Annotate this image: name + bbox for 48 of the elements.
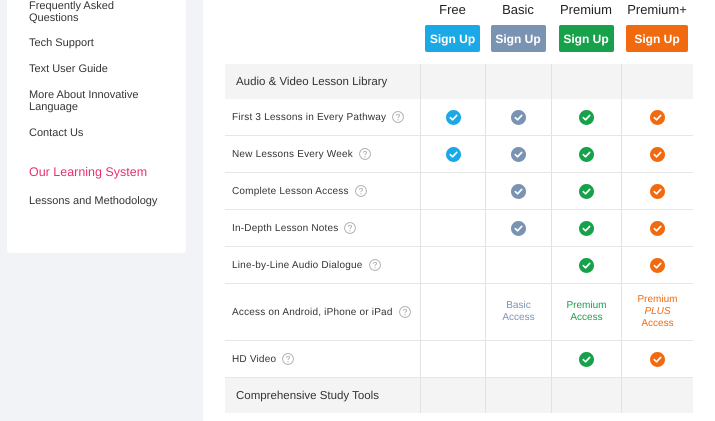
feature-label: Line-by-Line Audio Dialogue <box>232 260 362 270</box>
access-text: Basic Access <box>501 299 536 325</box>
plan-name: Basic <box>502 2 534 18</box>
feature-label: New Lessons Every Week <box>232 148 353 160</box>
sidebar-link[interactable]: More About Innovative Language <box>29 89 164 113</box>
check-icon <box>511 220 526 236</box>
check-icon <box>511 146 526 162</box>
check-icon <box>650 352 665 366</box>
plan-name: Free <box>439 2 466 18</box>
check-icon <box>650 258 665 272</box>
check-icon <box>579 352 594 366</box>
feature-label: Access on Android, iPhone or iPad <box>232 306 393 318</box>
help-icon[interactable] <box>398 306 411 318</box>
help-icon[interactable] <box>368 259 380 271</box>
sidebar-link[interactable]: Tech Support <box>29 37 164 49</box>
check-icon <box>650 220 665 236</box>
check-icon <box>579 146 594 162</box>
check-icon <box>650 146 665 162</box>
section-title: Comprehensive Study Tools <box>235 390 380 402</box>
sidebar-link[interactable]: Text User Guide <box>29 63 164 75</box>
sidebar-heading: Our Learning System <box>29 165 148 179</box>
check-icon <box>446 110 460 124</box>
plan-name: Premium+ <box>627 2 687 18</box>
feature-label: In-Depth Lesson Notes <box>232 222 338 234</box>
feature-label: First 3 Lessons in Every Pathway <box>232 112 386 122</box>
section-title: Audio & Video Lesson Library <box>235 76 388 88</box>
feature-label: Complete Lesson Access <box>232 186 349 196</box>
check-icon <box>579 184 594 198</box>
sidebar-link[interactable]: Contact Us <box>29 127 164 139</box>
check-icon <box>511 184 526 198</box>
access-text: Premium PLUS Access <box>636 293 678 331</box>
check-icon <box>579 220 594 236</box>
help-icon[interactable] <box>344 222 356 234</box>
check-icon <box>650 184 665 198</box>
help-icon[interactable] <box>358 148 371 160</box>
sidebar-link[interactable]: Frequently Asked Questions <box>29 0 164 24</box>
check-icon <box>511 110 526 124</box>
check-icon <box>579 110 594 124</box>
access-text: Premium Access <box>565 299 608 325</box>
help-icon[interactable] <box>354 185 367 197</box>
feature-label: HD Video <box>232 354 276 364</box>
check-icon <box>650 110 665 124</box>
plan-name: Premium <box>560 2 612 18</box>
sidebar-link[interactable]: Lessons and Methodology <box>29 195 164 207</box>
check-icon <box>446 146 460 162</box>
check-icon <box>579 258 594 272</box>
help-icon[interactable] <box>282 353 294 365</box>
help-icon[interactable] <box>392 111 404 123</box>
